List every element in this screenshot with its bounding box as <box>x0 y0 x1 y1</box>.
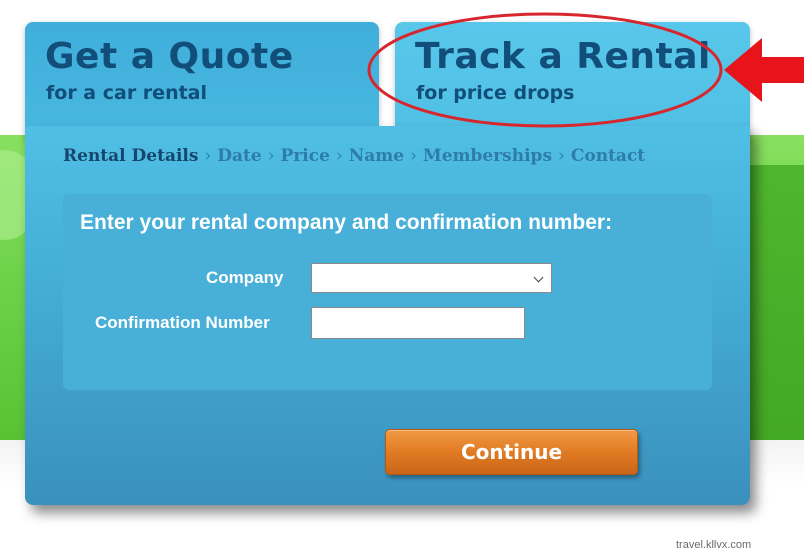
rental-lookup-form: Enter your rental company and confirmati… <box>63 194 712 390</box>
tab-subtitle: for price drops <box>416 82 575 104</box>
breadcrumb-item-rental-details[interactable]: Rental Details <box>63 146 198 166</box>
tab-title: Track a Rental <box>415 36 711 77</box>
chevron-down-icon <box>533 272 544 283</box>
watermark: travel.kllvx.com <box>676 539 752 551</box>
breadcrumb-separator: › <box>410 146 417 166</box>
confirmation-number-label: Confirmation Number <box>95 313 270 332</box>
breadcrumb: Rental Details › Date › Price › Name › Membershi… <box>63 146 645 166</box>
breadcrumb-separator: › <box>204 146 212 166</box>
breadcrumb-item-name[interactable]: Name <box>349 146 404 166</box>
tab-get-a-quote[interactable]: Get a Quote for a car rental <box>25 22 379 140</box>
continue-button[interactable]: Continue <box>385 429 638 475</box>
confirmation-number-input[interactable] <box>311 307 525 339</box>
tab-subtitle: for a car rental <box>46 82 208 104</box>
breadcrumb-item-contact[interactable]: Contact <box>571 146 645 166</box>
breadcrumb-separator: › <box>267 146 275 166</box>
tab-track-a-rental[interactable]: Track a Rental for price drops <box>395 22 750 140</box>
background-right-edge <box>748 165 804 440</box>
rental-form-panel: Rental Details › Date › Price › Name › Membershi… <box>25 126 750 505</box>
tab-title: Get a Quote <box>45 36 294 77</box>
breadcrumb-item-date[interactable]: Date <box>217 146 261 166</box>
company-select[interactable] <box>311 263 552 293</box>
breadcrumb-separator: › <box>335 146 343 166</box>
breadcrumb-item-price[interactable]: Price <box>281 146 330 166</box>
company-label: Company <box>206 268 284 287</box>
form-heading: Enter your rental company and confirmati… <box>80 211 613 234</box>
breadcrumb-separator: › <box>558 146 565 166</box>
breadcrumb-item-memberships[interactable]: Memberships <box>423 146 552 166</box>
